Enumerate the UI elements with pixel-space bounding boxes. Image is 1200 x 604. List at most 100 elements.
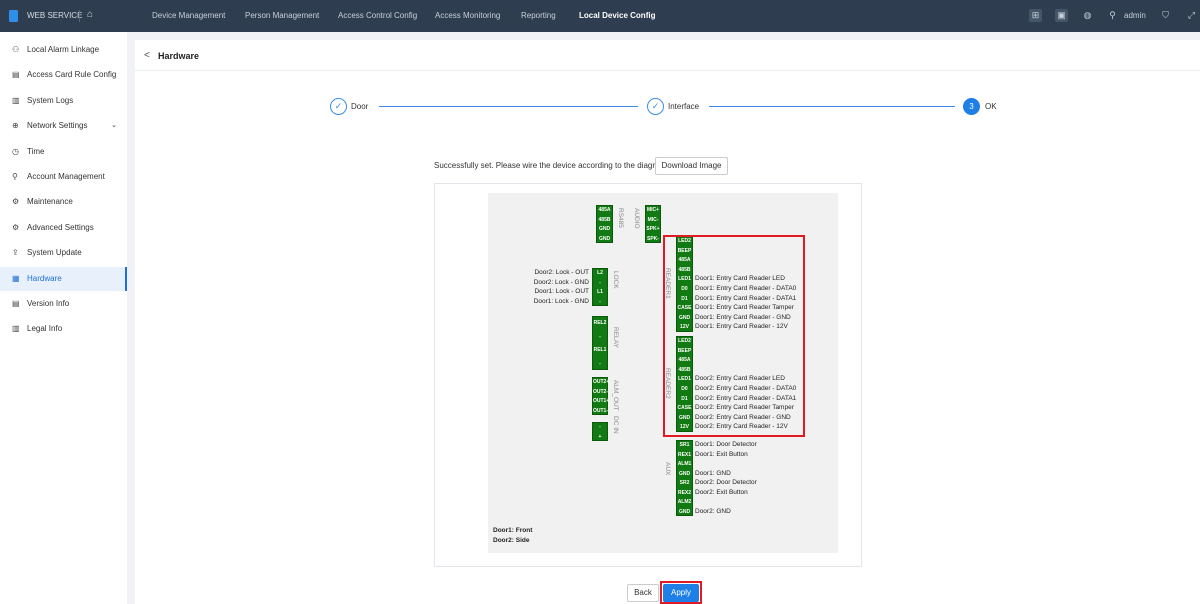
download-image-button[interactable]: Download Image xyxy=(655,157,728,175)
gear-icon: ⚙ xyxy=(12,222,20,232)
door2-note: Door2: Side xyxy=(493,537,530,544)
nav-reporting[interactable]: Reporting xyxy=(521,11,556,20)
sidebar-item-time[interactable]: ◷ Time xyxy=(0,140,127,164)
sidebar: ⚇ Local Alarm Linkage ▤ Access Card Rule Co… xyxy=(0,32,127,604)
info-icon: ▤ xyxy=(12,299,20,308)
step-interface-check-icon: ✓ xyxy=(647,98,664,115)
terminal-pin: SPK- xyxy=(647,235,659,242)
terminal-pin: REL1 xyxy=(593,347,607,353)
step-connector xyxy=(379,106,638,107)
terminal-pin: + xyxy=(598,433,602,440)
user-icon: ⚲ xyxy=(12,172,18,181)
card-rule-icon: ▤ xyxy=(12,70,20,80)
sidebar-item-advanced-settings[interactable]: ⚙ Advanced Settings xyxy=(0,216,127,240)
logo-icon xyxy=(9,10,18,22)
divider xyxy=(135,70,1200,71)
step-door-label: Door xyxy=(351,102,369,111)
terminal-pin: SR1 xyxy=(679,442,690,448)
globe-icon[interactable]: ◍ xyxy=(1081,9,1094,22)
sidebar-item-label: Time xyxy=(27,146,45,156)
terminal-pin: GND xyxy=(678,470,691,477)
step-ok-label: OK xyxy=(985,102,997,111)
terminal-pin: 485A xyxy=(598,207,611,213)
block-title-rs485: RS485 xyxy=(617,208,624,228)
sidebar-item-label: Local Alarm Linkage xyxy=(27,45,100,54)
apply-button[interactable]: Apply xyxy=(663,584,699,602)
pin-label: Door1: Lock - GND xyxy=(533,297,589,305)
sidebar-item-label: Legal Info xyxy=(27,324,63,334)
block-title-audio: AUDIO xyxy=(633,208,640,229)
home-icon[interactable]: ⌂ xyxy=(87,9,93,20)
page-title: Hardware xyxy=(158,51,200,61)
brand: WEB SERVICE xyxy=(27,11,83,20)
sidebar-item-legal-info[interactable]: ▥ Legal Info xyxy=(0,317,127,341)
sidebar-item-access-card-rule-config[interactable]: ▤ Access Card Rule Config xyxy=(0,63,127,87)
device-icon[interactable]: ▣ xyxy=(1055,9,1068,22)
terminal-pin: - xyxy=(599,424,601,430)
terminal-block-rs485: 485A 485B GND GND xyxy=(596,205,613,243)
username[interactable]: admin xyxy=(1124,11,1146,20)
nav-device-management[interactable]: Device Management xyxy=(152,11,225,20)
terminal-pin: REL2 xyxy=(593,320,607,326)
terminal-pin: ALM2 xyxy=(677,499,692,505)
terminal-pin: - xyxy=(599,279,601,286)
success-message: Successfully set. Please wire the device… xyxy=(434,161,669,170)
sidebar-item-label: Network Settings xyxy=(27,121,88,131)
chevron-down-icon[interactable]: ⌄ xyxy=(111,114,117,138)
sidebar-item-version-info[interactable]: ▤ Version Info xyxy=(0,292,127,316)
nav-local-device-config[interactable]: Local Device Config xyxy=(579,11,655,20)
pin-label: Door1: Exit Button xyxy=(695,450,748,458)
terminal-block-dcin: - + xyxy=(592,422,608,441)
block-title-aux: AUX xyxy=(664,462,671,476)
terminal-pin: ALM1 xyxy=(677,461,692,467)
pin-label: Door2: Lock - GND xyxy=(533,278,589,286)
terminal-pin: OUT2+ xyxy=(593,379,610,385)
step-ok-number: 3 xyxy=(963,98,980,115)
shield-icon[interactable]: ⛉ xyxy=(1159,9,1172,22)
sidebar-item-label: Hardware xyxy=(27,273,62,283)
sidebar-item-hardware[interactable]: ▦ Hardware xyxy=(0,266,127,291)
terminal-pin: 485B xyxy=(598,216,611,223)
sidebar-item-local-alarm-linkage[interactable]: ⚇ Local Alarm Linkage xyxy=(0,38,127,62)
pin-label: Door2: GND xyxy=(695,507,731,515)
nav-access-monitoring[interactable]: Access Monitoring xyxy=(435,11,500,20)
nav-person-management[interactable]: Person Management xyxy=(245,11,319,20)
hardware-icon: ▦ xyxy=(12,273,20,283)
step-connector xyxy=(709,106,955,107)
terminal-pin: L2 xyxy=(597,270,603,276)
sidebar-item-label: Advanced Settings xyxy=(27,222,94,232)
step-door-check-icon: ✓ xyxy=(330,98,347,115)
sidebar-item-network-settings[interactable]: ⊕ Network Settings ⌄ xyxy=(0,114,127,138)
terminal-block-lock: L2 - L1 - xyxy=(592,268,608,306)
sidebar-item-account-management[interactable]: ⚲ Account Management xyxy=(0,165,127,189)
terminal-pin: SR2 xyxy=(679,480,690,486)
terminal-pin: REX1 xyxy=(677,451,692,458)
pin-label: Door2: Lock - OUT xyxy=(534,269,589,276)
sidebar-item-maintenance[interactable]: ⚙ Maintenance xyxy=(0,190,127,214)
back-arrow-icon[interactable]: < xyxy=(144,50,150,61)
book-icon: ▥ xyxy=(12,95,20,105)
divider xyxy=(79,10,80,22)
terminal-block-relay: REL2 - REL1 - xyxy=(592,316,608,370)
sidebar-item-label: System Update xyxy=(27,248,82,258)
nav-access-control-config[interactable]: Access Control Config xyxy=(338,11,417,20)
terminal-pin: GND xyxy=(598,226,611,232)
sidebar-item-system-logs[interactable]: ▥ System Logs xyxy=(0,89,127,113)
back-button[interactable]: Back xyxy=(627,584,659,602)
terminal-block-audio: MIC+ MIC- SPK+ SPK- xyxy=(645,205,661,243)
alarm-linkage-icon: ⚇ xyxy=(12,45,20,54)
terminal-block-almout: OUT2+ OUT2- OUT1+ OUT1- xyxy=(592,377,610,415)
block-title-relay: RELAY xyxy=(612,327,619,348)
terminal-pin: L1 xyxy=(597,289,603,295)
terminal-pin: - xyxy=(599,360,601,367)
sidebar-item-label: Access Card Rule Config xyxy=(27,70,117,80)
terminal-pin: OUT2- xyxy=(593,388,608,395)
block-title-dcin: DC IN xyxy=(612,415,619,434)
fullscreen-icon[interactable]: ⤢ xyxy=(1185,9,1198,22)
upload-icon: ⇪ xyxy=(12,248,19,258)
terminal-pin: - xyxy=(599,298,601,305)
pin-label: Door2: Door Detector xyxy=(695,479,757,486)
grid-icon[interactable]: ⊞ xyxy=(1029,9,1042,22)
sidebar-item-system-update[interactable]: ⇪ System Update xyxy=(0,241,127,265)
wrench-icon: ⚙ xyxy=(12,197,20,207)
